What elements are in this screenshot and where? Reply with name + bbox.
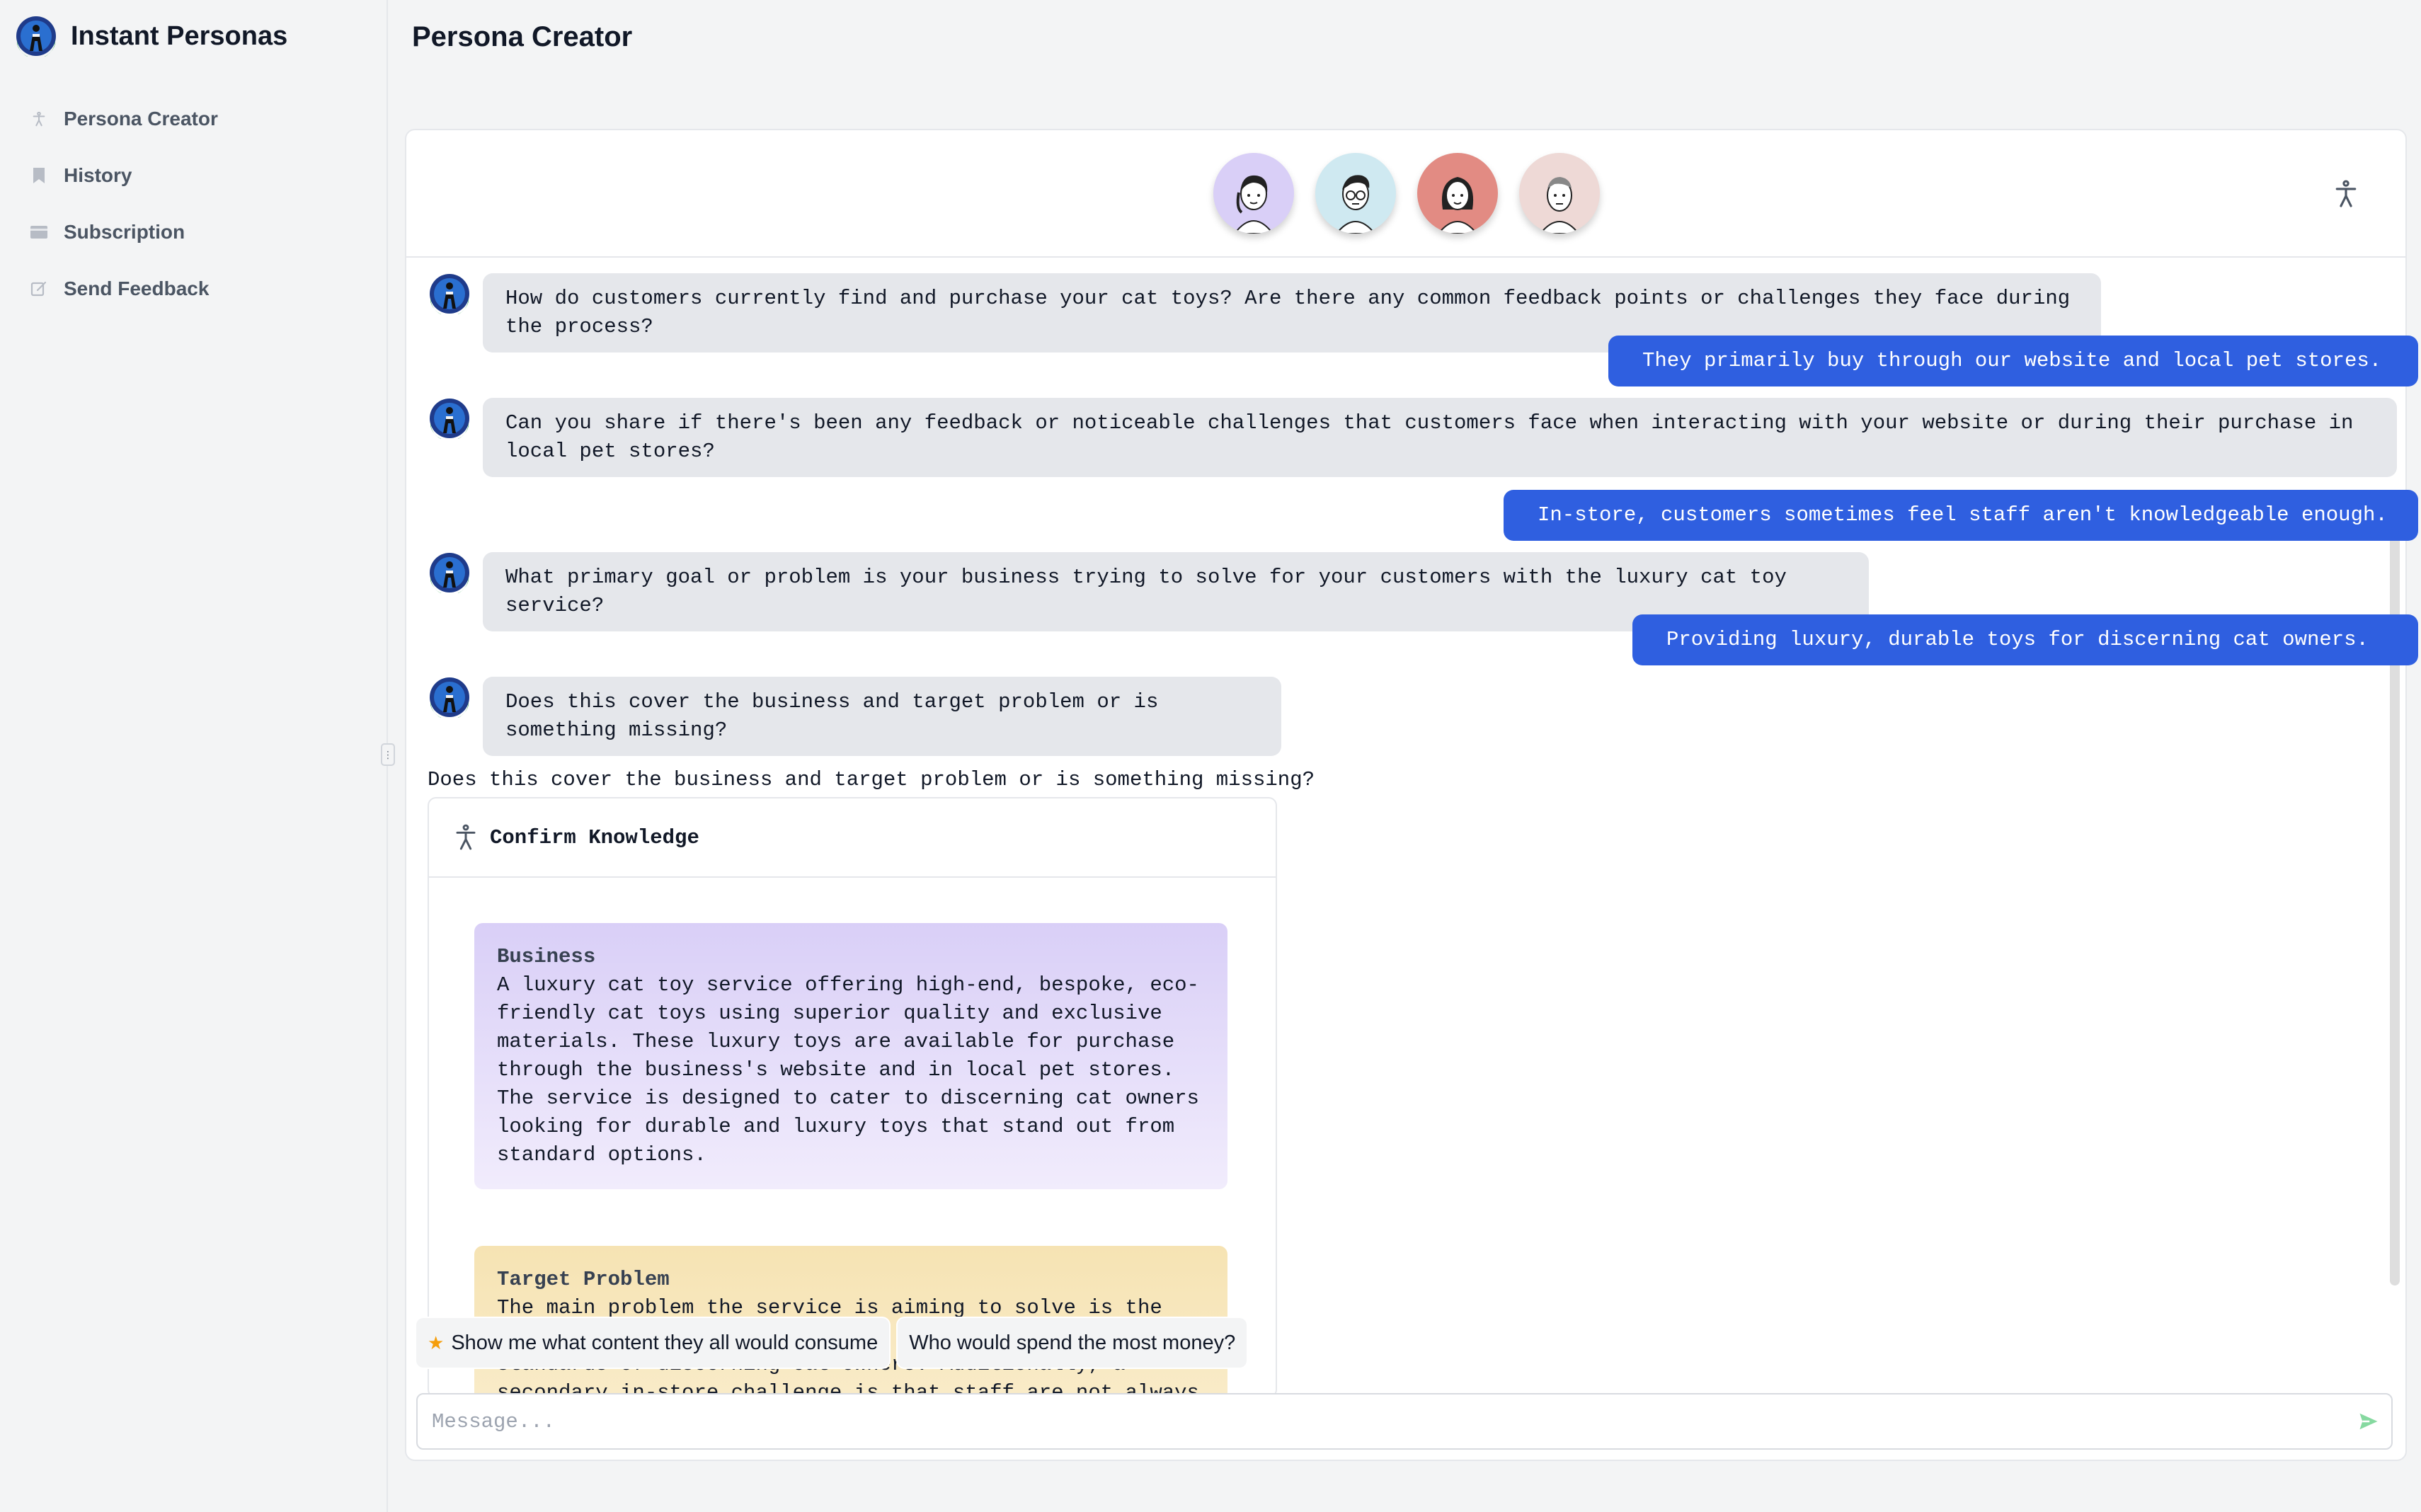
bot-avatar-icon: [430, 274, 469, 314]
message-bubble: Can you share if there's been any feedba…: [483, 398, 2397, 477]
person-icon: [28, 108, 50, 130]
persona-toggle-button[interactable]: [2329, 177, 2363, 211]
confirm-knowledge-card: Confirm Knowledge Business A luxury cat …: [428, 797, 1277, 1398]
user-message: They primarily buy through our website a…: [1608, 336, 2418, 386]
confirm-question: Does this cover the business and target …: [428, 768, 1315, 791]
suggestion-label: Show me what content they all would cons…: [451, 1331, 878, 1354]
message-bubble: Does this cover the business and target …: [483, 677, 1281, 756]
persona-avatar[interactable]: [1417, 153, 1498, 234]
bot-avatar-icon: [430, 553, 469, 593]
bot-message: Can you share if there's been any feedba…: [429, 398, 2397, 477]
business-text: A luxury cat toy service offering high-e…: [497, 973, 1199, 1167]
sidebar-item-history[interactable]: History: [28, 147, 218, 204]
card-title: Confirm Knowledge: [490, 825, 699, 849]
sidebar-item-label: History: [64, 164, 132, 186]
business-title: Business: [497, 945, 596, 968]
star-icon: ★: [428, 1331, 445, 1353]
suggestion-chips: ★ Show me what content they all would co…: [416, 1318, 1255, 1368]
sidebar: Instant Personas Persona Creator History…: [0, 0, 388, 1512]
persona-avatar[interactable]: [1315, 153, 1396, 234]
message-input[interactable]: [430, 1403, 2302, 1440]
message-composer: [416, 1393, 2393, 1450]
suggestion-chip[interactable]: ★ Show me what content they all would co…: [416, 1318, 890, 1368]
sidebar-item-label: Persona Creator: [64, 108, 218, 130]
card-icon: [28, 222, 50, 243]
bot-avatar-icon: [430, 399, 469, 439]
edit-icon: [28, 278, 50, 299]
suggestion-label: Who would spend the most money?: [909, 1331, 1236, 1354]
sidebar-resize-handle[interactable]: ⋮: [381, 743, 395, 766]
person-icon: [2335, 180, 2357, 207]
send-button[interactable]: [2354, 1407, 2383, 1436]
bot-message: Does this cover the business and target …: [429, 677, 1281, 756]
suggestion-chip[interactable]: Who would spend the most money?: [898, 1318, 1247, 1368]
sidebar-item-label: Subscription: [64, 221, 185, 243]
sidebar-item-subscription[interactable]: Subscription: [28, 204, 218, 260]
app-name: Instant Personas: [71, 21, 288, 51]
sidebar-item-label: Send Feedback: [64, 277, 210, 299]
persona-avatar[interactable]: [1519, 153, 1600, 234]
sidebar-nav: Persona Creator History Subscription Sen…: [28, 91, 218, 317]
card-header: Confirm Knowledge: [429, 798, 1276, 878]
send-icon: [2359, 1413, 2378, 1430]
business-box: Business A luxury cat toy service offeri…: [474, 923, 1227, 1189]
target-problem-title: Target Problem: [497, 1268, 670, 1291]
logo-icon: [16, 16, 56, 57]
brand[interactable]: Instant Personas: [16, 16, 287, 57]
sidebar-item-persona-creator[interactable]: Persona Creator: [28, 91, 218, 147]
persona-avatar[interactable]: [1213, 153, 1294, 234]
sidebar-item-send-feedback[interactable]: Send Feedback: [28, 260, 218, 317]
user-message: In-store, customers sometimes feel staff…: [1504, 490, 2418, 541]
person-icon: [456, 824, 476, 850]
user-message: Providing luxury, durable toys for disce…: [1632, 614, 2418, 665]
persona-bar: [406, 130, 2405, 258]
bot-avatar-icon: [430, 677, 469, 718]
bookmark-icon: [28, 165, 50, 186]
persona-avatars: [1213, 153, 1600, 234]
page-title: Persona Creator: [412, 21, 633, 52]
